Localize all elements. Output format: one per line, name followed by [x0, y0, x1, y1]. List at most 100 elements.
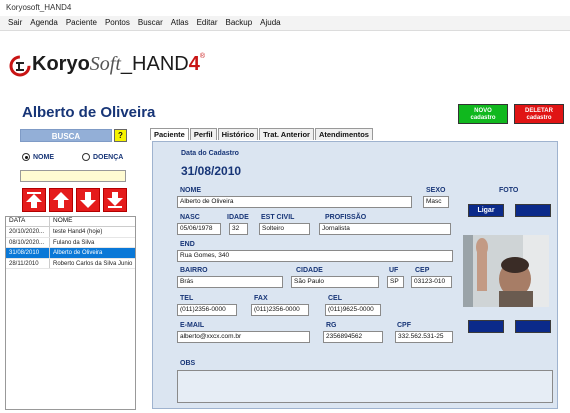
list-row[interactable]: 20/10/2020... teste Hand4 (hoje): [6, 227, 135, 238]
patient-photo: [463, 235, 549, 307]
radio-doenca[interactable]: DOENÇA: [82, 153, 123, 161]
tab-historico[interactable]: Histórico: [217, 128, 259, 140]
cidade-field[interactable]: São Paulo: [291, 276, 379, 288]
list-header-date[interactable]: DATA: [6, 217, 50, 226]
novo-sub-label: cadastro: [470, 115, 496, 121]
list-row[interactable]: 28/11/2010 Roberto Carlos da Silva Junio: [6, 258, 135, 269]
rg-field[interactable]: 2356894562: [323, 331, 383, 343]
radio-doenca-dot[interactable]: [82, 153, 90, 161]
menu-ajuda[interactable]: Ajuda: [256, 16, 284, 30]
list-row-name: teste Hand4 (hoje): [53, 229, 103, 235]
email-field[interactable]: alberto@xxcx.com.br: [177, 331, 310, 343]
radio-doenca-label: DOENÇA: [93, 153, 124, 161]
est-civil-label: EST CIVIL: [261, 214, 295, 221]
tab-trat-anterior[interactable]: Trat. Anterior: [259, 128, 314, 140]
list-header: DATA NOME: [6, 217, 135, 227]
email-label: E-MAIL: [180, 322, 205, 329]
profissao-field[interactable]: Jornalista: [319, 223, 451, 235]
list-row-date: 28/11/2010: [6, 258, 50, 268]
nasc-field[interactable]: 05/06/1978: [177, 223, 221, 235]
arrow-last-icon: [107, 192, 123, 208]
last-record-button[interactable]: [103, 188, 127, 212]
previous-record-button[interactable]: [49, 188, 73, 212]
ligar-camera-button[interactable]: Ligar: [468, 204, 504, 217]
menu-paciente[interactable]: Paciente: [62, 16, 101, 30]
menu-editar[interactable]: Editar: [193, 16, 222, 30]
arrow-up-icon: [53, 192, 69, 208]
end-label: END: [180, 241, 195, 248]
busca-button[interactable]: BUSCA: [20, 129, 112, 142]
koryo-logo-icon: [9, 55, 31, 77]
capture-photo-button[interactable]: [515, 204, 551, 217]
list-row-date: 20/10/2020...: [6, 227, 50, 237]
radio-nome-dot[interactable]: [22, 153, 30, 161]
menu-buscar[interactable]: Buscar: [134, 16, 167, 30]
tab-paciente[interactable]: Paciente: [150, 128, 189, 140]
nome-field[interactable]: Alberto de Oliveira: [177, 196, 412, 208]
data-cadastro-value: 31/08/2010: [181, 164, 242, 178]
fax-field[interactable]: (011)2356-0000: [251, 304, 309, 316]
next-record-button[interactable]: [76, 188, 100, 212]
logo-part-koryo: Koryo: [32, 53, 90, 75]
cpf-field[interactable]: 332.562.531-25: [395, 331, 453, 343]
logo-part-4: 4: [188, 53, 200, 75]
tel-label: TEL: [180, 295, 194, 302]
menu-sair[interactable]: Sair: [4, 16, 26, 30]
list-row[interactable]: 08/10/2020... Fulano da Silva: [6, 237, 135, 248]
uf-field[interactable]: SP: [387, 276, 404, 288]
fax-label: FAX: [254, 295, 268, 302]
photo-action-button-1[interactable]: [468, 320, 504, 333]
help-button[interactable]: ?: [114, 129, 127, 142]
patient-form-panel: Data do Cadastro 31/08/2010 NOME Alberto…: [152, 141, 558, 409]
rg-label: RG: [326, 322, 337, 329]
est-civil-field[interactable]: Solteiro: [259, 223, 310, 235]
deletar-sub-label: cadastro: [526, 115, 552, 121]
sexo-field[interactable]: Masc: [423, 196, 449, 208]
nome-label: NOME: [180, 187, 201, 194]
end-field[interactable]: Rua Gomes, 340: [177, 250, 453, 262]
list-row-date: 31/08/2010: [6, 248, 50, 258]
profissao-label: PROFISSÃO: [325, 214, 367, 221]
cidade-label: CIDADE: [296, 267, 323, 274]
idade-field[interactable]: 32: [229, 223, 248, 235]
list-row-name: Alberto de Oliveira: [53, 250, 103, 256]
menu-atlas[interactable]: Atlas: [167, 16, 193, 30]
idade-label: IDADE: [227, 214, 249, 221]
foto-label: FOTO: [499, 187, 519, 194]
logo-reg-mark: ®: [199, 53, 206, 60]
photo-action-button-2[interactable]: [515, 320, 551, 333]
logo-part-hand: _HAND: [120, 53, 189, 75]
menu-agenda[interactable]: Agenda: [26, 16, 62, 30]
obs-label: OBS: [180, 360, 196, 367]
radio-nome[interactable]: NOME: [22, 153, 54, 161]
first-record-button[interactable]: [22, 188, 46, 212]
uf-label: UF: [389, 267, 399, 274]
sexo-label: SEXO: [426, 187, 446, 194]
radio-nome-label: NOME: [33, 153, 54, 161]
list-row-name: Fulano da Silva: [53, 239, 95, 246]
cel-label: CEL: [328, 295, 342, 302]
cpf-label: CPF: [397, 322, 411, 329]
tab-atendimentos[interactable]: Atendimentos: [314, 128, 373, 140]
tel-field[interactable]: (011)2356-0000: [177, 304, 237, 316]
menu-bar: Sair Agenda Paciente Pontos Buscar Atlas…: [0, 16, 570, 31]
patient-list[interactable]: DATA NOME 20/10/2020... teste Hand4 (hoj…: [5, 216, 136, 410]
list-row-name: Roberto Carlos da Silva Junio: [53, 260, 133, 267]
tab-bar: Paciente Perfil Histórico Trat. Anterior…: [150, 128, 374, 140]
bairro-label: BAIRRO: [180, 267, 208, 274]
data-cadastro-label: Data do Cadastro: [181, 150, 239, 157]
bairro-field[interactable]: Brás: [177, 276, 283, 288]
cep-label: CEP: [415, 267, 430, 274]
list-row-selected[interactable]: 31/08/2010 Alberto de Oliveira: [6, 248, 135, 259]
tab-perfil[interactable]: Perfil: [189, 128, 217, 140]
obs-textarea[interactable]: [177, 370, 553, 403]
arrow-down-icon: [80, 192, 96, 208]
menu-backup[interactable]: Backup: [221, 16, 256, 30]
cep-field[interactable]: 03123-010: [411, 276, 452, 288]
deletar-cadastro-button[interactable]: DELETAR cadastro: [514, 104, 564, 124]
cel-field[interactable]: (011)9625-0000: [325, 304, 381, 316]
list-header-name[interactable]: NOME: [50, 217, 135, 226]
menu-pontos[interactable]: Pontos: [101, 16, 134, 30]
novo-cadastro-button[interactable]: NOVO cadastro: [458, 104, 508, 124]
search-input[interactable]: [20, 170, 126, 182]
